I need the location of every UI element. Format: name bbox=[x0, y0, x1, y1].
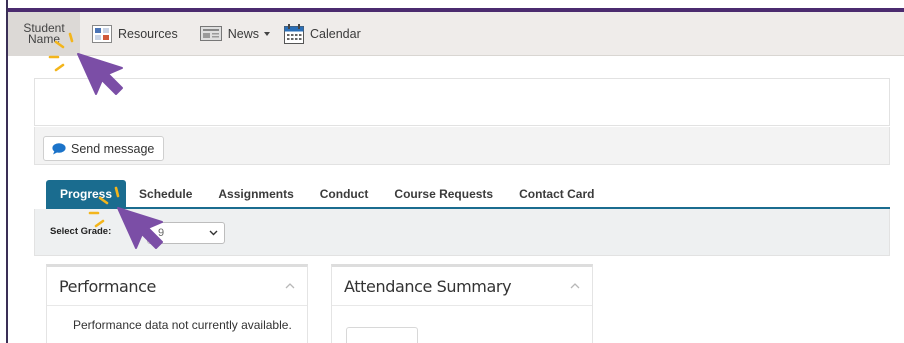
nav-calendar-label: Calendar bbox=[310, 26, 361, 41]
click-cursor-icon bbox=[48, 32, 123, 95]
performance-panel: Performance Performance data not current… bbox=[46, 264, 308, 343]
tab-course-requests[interactable]: Course Requests bbox=[381, 180, 506, 207]
tab-conduct[interactable]: Conduct bbox=[307, 180, 382, 207]
calendar-icon bbox=[284, 23, 305, 44]
chevron-down-icon bbox=[209, 227, 218, 239]
nav-calendar[interactable]: Calendar bbox=[284, 12, 361, 56]
send-message-label: Send message bbox=[71, 141, 155, 156]
attendance-title: Attendance Summary bbox=[344, 276, 512, 296]
collapse-chevron-icon[interactable] bbox=[285, 283, 295, 289]
nav-news[interactable]: News bbox=[199, 12, 271, 56]
attendance-summary-box bbox=[346, 327, 418, 343]
tab-contact-card[interactable]: Contact Card bbox=[506, 180, 607, 207]
performance-panel-header[interactable]: Performance bbox=[47, 267, 307, 306]
student-tabs: Progress Schedule Assignments Conduct Co… bbox=[46, 180, 890, 209]
attendance-panel: Attendance Summary bbox=[331, 264, 593, 343]
chevron-down-icon bbox=[264, 31, 271, 36]
news-icon bbox=[199, 26, 222, 41]
student-header bbox=[34, 78, 890, 126]
top-navbar: Student Name Resources News Calendar bbox=[8, 11, 904, 56]
attendance-panel-header[interactable]: Attendance Summary bbox=[332, 267, 592, 306]
performance-message: Performance data not currently available… bbox=[73, 318, 292, 332]
performance-title: Performance bbox=[59, 276, 156, 296]
nav-news-label: News bbox=[227, 26, 260, 41]
click-cursor-icon bbox=[88, 186, 163, 249]
chat-bubble-icon bbox=[52, 142, 66, 155]
send-message-button[interactable]: Send message bbox=[43, 136, 165, 161]
message-toolbar: Send message bbox=[34, 127, 890, 165]
tab-assignments[interactable]: Assignments bbox=[205, 180, 306, 207]
collapse-chevron-icon[interactable] bbox=[570, 283, 580, 289]
